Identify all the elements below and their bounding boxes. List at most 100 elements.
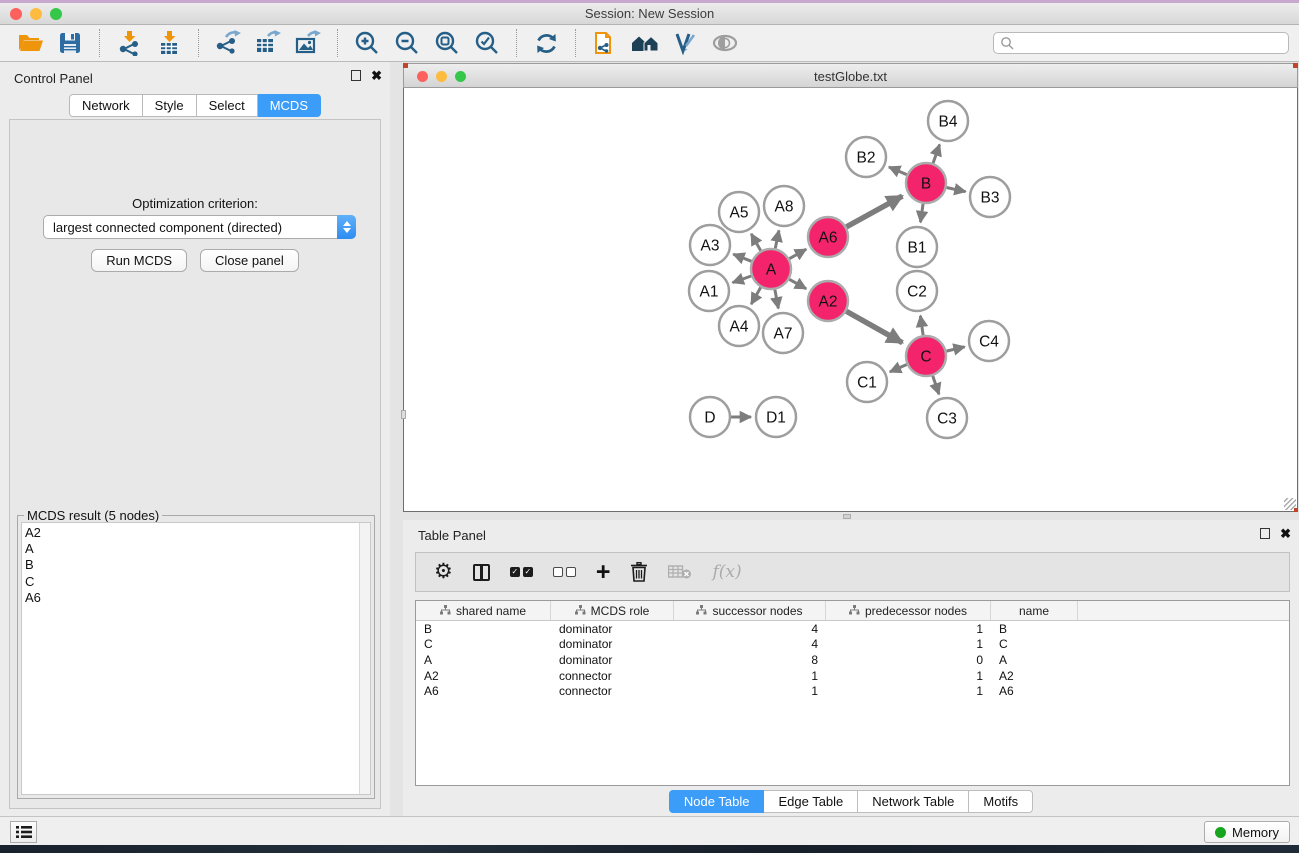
export-image-button[interactable] [288,28,328,58]
zoom-out-button[interactable] [387,28,427,58]
graph-edge-B-B2[interactable] [889,167,907,175]
close-panel-button[interactable]: Close panel [200,249,299,272]
graph-edge-C-C4[interactable] [946,347,964,351]
cell-successor-nodes[interactable]: 4 [674,637,826,651]
graph-edge-A-A3[interactable] [733,254,751,261]
refresh-button[interactable] [526,28,566,58]
export-network-button[interactable] [208,28,248,58]
cell-successor-nodes[interactable]: 8 [674,653,826,667]
cell-MCDS-role[interactable]: connector [551,684,674,698]
splitter-handle[interactable] [843,514,851,519]
table-row[interactable]: Cdominator41C [416,637,1289,653]
cell-MCDS-role[interactable]: dominator [551,653,674,667]
criterion-select[interactable]: largest connected component (directed) [43,215,356,239]
zoom-fit-button[interactable] [427,28,467,58]
style-edit-button[interactable] [665,28,705,58]
tab-style[interactable]: Style [143,94,197,117]
tab-mcds[interactable]: MCDS [258,94,321,117]
import-table-button[interactable] [149,28,189,58]
run-mcds-button[interactable]: Run MCDS [91,249,187,272]
cell-shared-name[interactable]: B [416,622,551,636]
cell-successor-nodes[interactable]: 1 [674,669,826,683]
task-history-button[interactable] [10,821,37,843]
tab-select[interactable]: Select [197,94,258,117]
function-builder-button[interactable]: f(x) [712,559,741,585]
tab-node-table[interactable]: Node Table [669,790,765,813]
cell-name[interactable]: A [991,653,1078,667]
table-row[interactable]: Adominator80A [416,652,1289,668]
graph-edge-A6-B[interactable] [846,196,902,227]
tab-edge-table[interactable]: Edge Table [764,790,858,813]
add-button[interactable]: + [596,559,611,585]
network-window-titlebar[interactable]: testGlobe.txt [403,63,1298,88]
graph-edge-C-C1[interactable] [890,364,907,371]
delete-button[interactable] [630,559,648,585]
column-header-name[interactable]: name [991,601,1078,620]
cell-name[interactable]: C [991,637,1078,651]
graph-edge-A-A4[interactable] [751,287,760,304]
zoom-in-button[interactable] [347,28,387,58]
delete-table-button[interactable] [668,559,692,585]
home-button[interactable] [625,28,665,58]
result-scrollbar[interactable] [359,523,370,794]
column-header-MCDS-role[interactable]: MCDS role [551,601,674,620]
cell-shared-name[interactable]: A [416,653,551,667]
cell-MCDS-role[interactable]: dominator [551,622,674,636]
cell-MCDS-role[interactable]: connector [551,669,674,683]
search-input[interactable] [1014,36,1282,50]
graph-edge-A-A2[interactable] [789,279,806,288]
mcds-result-list[interactable]: A2ABCA6 [21,522,371,795]
cell-shared-name[interactable]: C [416,637,551,651]
result-list-item[interactable]: B [25,557,359,573]
import-network-button[interactable] [109,28,149,58]
close-panel-icon[interactable]: ✖ [371,70,382,81]
deselect-all-button[interactable] [553,559,576,585]
close-panel-icon[interactable]: ✖ [1280,528,1291,539]
table-row[interactable]: Bdominator41B [416,621,1289,637]
cell-name[interactable]: A2 [991,669,1078,683]
cell-predecessor-nodes[interactable]: 1 [826,669,991,683]
cell-predecessor-nodes[interactable]: 1 [826,622,991,636]
gear-button[interactable]: ⚙ [434,559,453,585]
zoom-selected-button[interactable] [467,28,507,58]
search-field[interactable] [993,32,1289,54]
node-table[interactable]: shared nameMCDS rolesuccessor nodesprede… [415,600,1290,786]
graph-edge-C-C3[interactable] [933,376,939,394]
splitter-handle[interactable] [401,410,406,419]
cell-successor-nodes[interactable]: 1 [674,684,826,698]
cell-name[interactable]: A6 [991,684,1078,698]
graph-edge-C-C2[interactable] [920,316,923,335]
tab-motifs[interactable]: Motifs [969,790,1033,813]
graph-edge-A-A6[interactable] [789,249,806,258]
cell-predecessor-nodes[interactable]: 1 [826,684,991,698]
table-row[interactable]: A6connector11A6 [416,683,1289,699]
cell-predecessor-nodes[interactable]: 1 [826,637,991,651]
cell-MCDS-role[interactable]: dominator [551,637,674,651]
cell-successor-nodes[interactable]: 4 [674,622,826,636]
graph-edge-B-B3[interactable] [947,187,966,191]
cell-predecessor-nodes[interactable]: 0 [826,653,991,667]
tab-network-table[interactable]: Network Table [858,790,969,813]
table-row[interactable]: A2connector11A2 [416,668,1289,684]
result-list-item[interactable]: C [25,574,359,590]
column-header-shared-name[interactable]: shared name [416,601,551,620]
column-header-predecessor-nodes[interactable]: predecessor nodes [826,601,991,620]
network-graph[interactable]: B4B2BB3A5A8A6B1A3AC2A1A2A4A7CC4C1C3DD1 [404,88,1297,510]
app-titlebar[interactable]: Session: New Session [0,3,1299,25]
cell-shared-name[interactable]: A2 [416,669,551,683]
float-panel-icon[interactable] [351,70,361,81]
save-session-button[interactable] [50,28,90,58]
clone-network-button[interactable] [585,28,625,58]
memory-button[interactable]: Memory [1204,821,1290,843]
graph-edge-A2-C[interactable] [846,311,902,343]
graph-edge-B-B4[interactable] [933,145,940,164]
select-all-button[interactable]: ✓✓ [510,559,533,585]
graph-edge-A-A5[interactable] [751,234,760,251]
export-table-button[interactable] [248,28,288,58]
graph-edge-B-B1[interactable] [920,204,923,222]
network-canvas[interactable]: B4B2BB3A5A8A6B1A3AC2A1A2A4A7CC4C1C3DD1 [403,88,1298,512]
graph-edge-A-A7[interactable] [775,290,779,309]
graph-edge-A-A8[interactable] [775,230,779,248]
cell-name[interactable]: B [991,622,1078,636]
network-view-window[interactable]: testGlobe.txt B4B2BB3A5A8A6B1A3AC2A1A2A4… [403,63,1298,513]
